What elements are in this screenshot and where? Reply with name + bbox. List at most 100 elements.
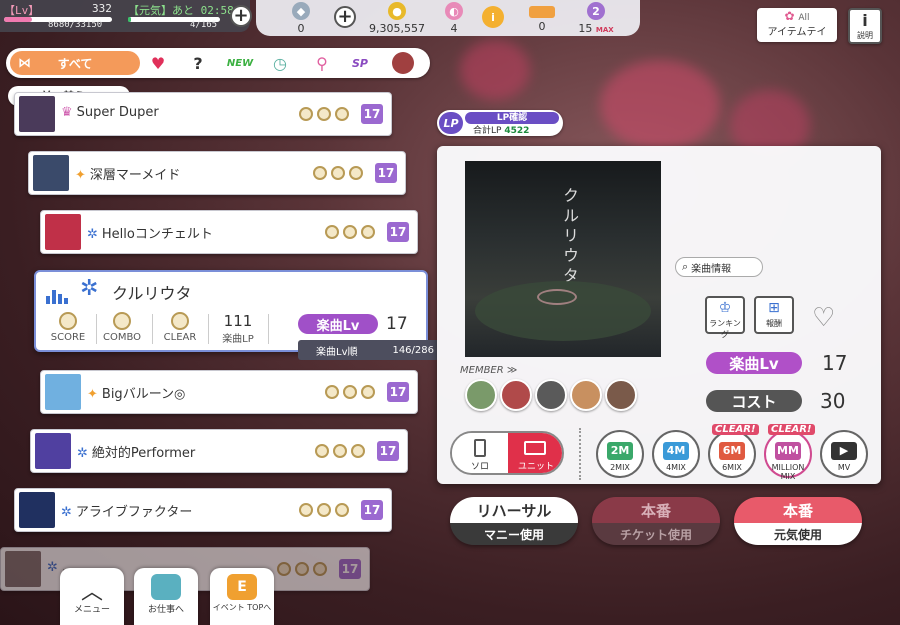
history-icon[interactable]: ◷ [268, 52, 292, 74]
song-row[interactable]: ✲ 絶対的Performer 17 [30, 429, 408, 473]
info-coin-button[interactable]: i [482, 6, 504, 30]
medal-group [313, 166, 363, 180]
song-lp-label: 楽曲LP [222, 334, 254, 345]
heart-icon[interactable]: ♥ [146, 52, 170, 74]
mix-button[interactable]: CLEAR! MM MILLION MIX [764, 424, 815, 481]
song-name: ✦ 深層マーメイド [75, 164, 180, 183]
sp-label: SP [352, 56, 368, 70]
song-info-button[interactable]: ⌕ 楽曲情報 [675, 257, 763, 277]
event-top-button[interactable]: E イベント TOPへ [210, 568, 274, 625]
song-jacket-thumb [19, 96, 55, 132]
panel-notch [800, 146, 890, 244]
ticket-icon [529, 6, 555, 18]
filter-all-tab[interactable]: ⋈ すべて [10, 51, 140, 75]
clear-medal-icon [313, 562, 327, 576]
coin-value: 9,305,557 [369, 22, 425, 35]
medal-group [299, 107, 349, 121]
info-coin-icon: i [482, 6, 504, 28]
new-icon[interactable]: NEW [224, 52, 256, 74]
unit-option[interactable]: ユニット [508, 433, 562, 473]
event-label: イベント TOPへ [212, 603, 272, 612]
action-subtitle: チケット使用 [592, 523, 720, 545]
song-row[interactable]: ✲ アライブファクター 17 [14, 488, 392, 532]
mix-sub-label: MILLION MIX [771, 463, 805, 481]
item-button[interactable]: ✿ All アイテムテイ [757, 8, 837, 42]
sp-icon[interactable]: SP [348, 52, 372, 74]
ranking-button[interactable]: ♔ ランキング [705, 296, 745, 339]
add-genki-button[interactable]: + [230, 5, 252, 27]
song-level-badge: 17 [361, 500, 383, 520]
song-lp-value: 111 [223, 312, 253, 330]
question-icon[interactable]: ? [186, 52, 210, 74]
ribbon-icon: ⋈ [18, 55, 31, 71]
crown-icon: ♔ [718, 300, 732, 316]
song-row[interactable]: ✦ Bigバルーン◎ 17 [40, 370, 418, 414]
reward-label: 報酬 [766, 319, 782, 328]
member-avatar[interactable] [570, 379, 602, 411]
mix-label: 2M [607, 442, 633, 460]
event-icon: E [227, 574, 257, 600]
song-name: ✲ アライブファクター [61, 501, 192, 520]
score-medal-icon [325, 225, 339, 239]
score-medal-icon [315, 444, 329, 458]
reward-button[interactable]: ⊞ 報酬 [754, 296, 794, 334]
resource-stamina: 2 15 MAX [578, 2, 614, 35]
member-avatar[interactable] [500, 379, 532, 411]
score-stat: SCORE [44, 312, 92, 343]
song-title: Super Duper [76, 105, 159, 120]
work-label: お仕事へ [147, 605, 184, 615]
mix-button[interactable]: 4M 4MIX [652, 430, 700, 478]
favorite-add-icon[interactable]: ♡ [812, 303, 835, 333]
lp-check-button[interactable]: LP LP確認 合計LP 4522 [437, 110, 563, 136]
stamina-value: 15 [578, 22, 593, 35]
member-avatar[interactable] [605, 379, 637, 411]
lp-total-label: 合計LP [473, 126, 502, 136]
score-medal-icon [313, 166, 327, 180]
mix-sub-label: MV [837, 463, 851, 472]
coin-icon: ● [388, 2, 406, 20]
live-genki-button[interactable]: 本番 元気使用 [734, 497, 862, 545]
song-lv-pill: 楽曲Lv [298, 314, 378, 334]
song-level-badge: 17 [377, 441, 399, 461]
question-label: ? [193, 53, 203, 73]
solo-icon [474, 439, 486, 457]
action-title: 本番 [592, 497, 720, 523]
score-medal-icon [299, 503, 313, 517]
song-title: Bigバルーン◎ [101, 387, 186, 402]
diamond-value: 0 [297, 22, 305, 35]
background-lamp [600, 60, 720, 150]
menu-button[interactable]: ︿ メニュー [60, 568, 124, 625]
member-avatar[interactable] [465, 379, 497, 411]
mic-icon[interactable]: ⚲ [310, 52, 334, 74]
combo-medal-icon [295, 562, 309, 576]
add-diamond-button[interactable]: + [334, 6, 356, 28]
member-avatar[interactable] [535, 379, 567, 411]
song-type-mark: ♛ [61, 105, 73, 120]
mix-button[interactable]: CLEAR! 6M 6MIX [708, 424, 759, 478]
mix-button[interactable]: ▶ MV [820, 430, 868, 478]
exp-bar-fill [4, 17, 33, 22]
song-row[interactable]: ♛ Super Duper 17 [14, 92, 392, 136]
work-button[interactable]: お仕事へ [134, 568, 198, 625]
clear-medal-icon [171, 312, 189, 330]
song-row[interactable]: ✲ Helloコンチェルト 17 [40, 210, 418, 254]
live-ticket-button[interactable]: 本番 チケット使用 [592, 497, 720, 545]
mode-toggle[interactable]: ソロ ユニット [450, 431, 564, 475]
jacket-title: クルリウタ [560, 187, 579, 287]
solo-option[interactable]: ソロ [452, 433, 508, 473]
pink-gem-value: 4 [450, 22, 458, 35]
song-row[interactable]: ✦ 深層マーメイド 17 [28, 151, 406, 195]
pink-gem-icon: ◐ [445, 2, 463, 20]
help-label: 説明 [857, 31, 873, 40]
lp-tag: LP [439, 112, 463, 134]
genki-label: 【元気】あと 02:58 [128, 4, 234, 17]
rank-tooltip: 楽曲Lv順 146/286 [298, 340, 440, 360]
rehearsal-button[interactable]: リハーサル マニー使用 [450, 497, 578, 545]
help-button[interactable]: i 説明 [848, 8, 882, 44]
mix-button[interactable]: 2M 2MIX [596, 430, 644, 478]
character-icon[interactable] [392, 52, 414, 74]
medal-group [325, 385, 375, 399]
song-type-mark: ✲ [77, 446, 88, 461]
combo-medal-icon [317, 107, 331, 121]
selected-song-name: クルリウタ [112, 284, 192, 303]
